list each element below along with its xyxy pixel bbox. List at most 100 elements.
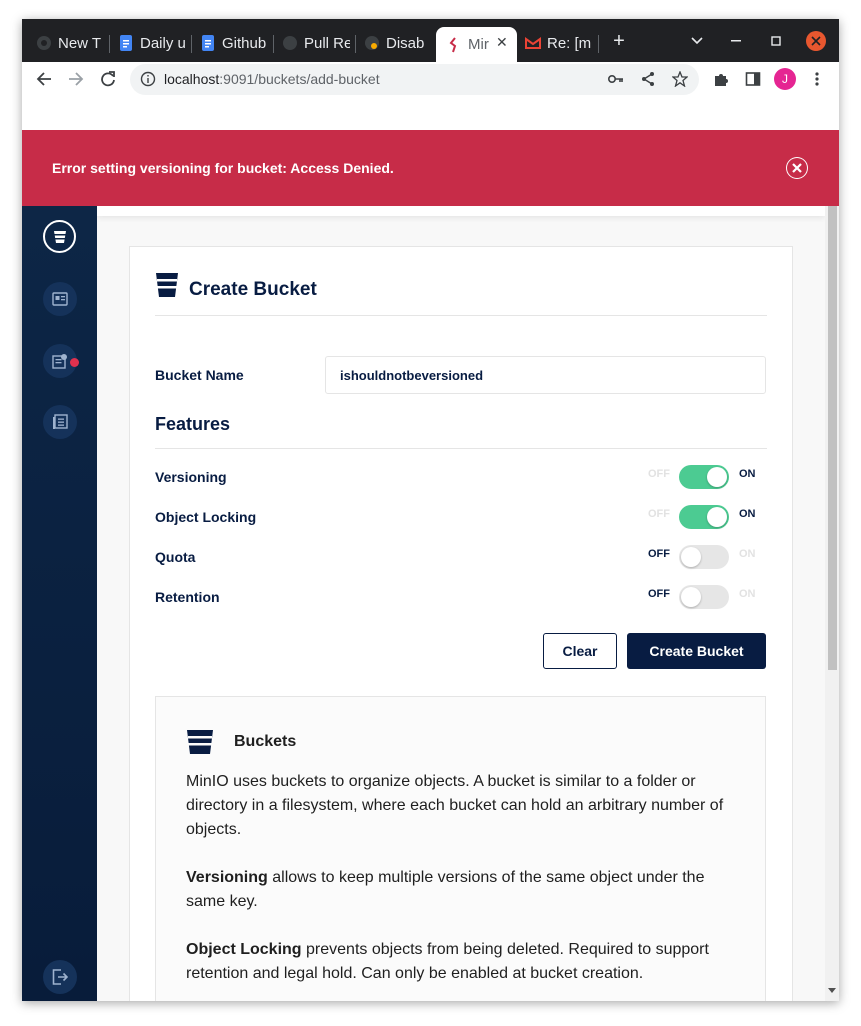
bookmark-star-icon[interactable] (671, 70, 689, 92)
retention-label: Retention (155, 589, 220, 605)
minimize-icon[interactable] (724, 29, 748, 53)
tab-github-doc[interactable]: Github (200, 28, 268, 58)
url-host: localhost (164, 71, 220, 87)
sidebar-documentation-icon[interactable] (43, 405, 77, 439)
switch-on-label: ON (739, 588, 756, 600)
versioning-term: Versioning (186, 869, 268, 886)
browser-window: New T Daily u Github Pull Re Disab Mir ✕ (22, 19, 839, 1001)
switch-on-label: ON (739, 548, 756, 560)
help-box: Buckets MinIO uses buckets to organize o… (155, 696, 766, 1001)
features-heading: Features (155, 414, 231, 434)
help-intro: MinIO uses buckets to organize objects. … (186, 773, 724, 838)
tab-new-tab[interactable]: New T (36, 28, 104, 58)
toggle-knob (681, 547, 701, 567)
chrome-icon (36, 35, 52, 51)
docs-icon (200, 35, 216, 51)
share-icon[interactable] (640, 71, 656, 92)
scrollbar-thumb[interactable] (828, 206, 837, 670)
chrome-icon (364, 35, 380, 51)
sidebar-identity-icon[interactable] (43, 282, 77, 316)
new-tab-icon[interactable]: + (607, 29, 631, 53)
switch-on-label: ON (739, 468, 756, 480)
reload-icon[interactable] (95, 66, 121, 92)
versioning-label: Versioning (155, 469, 227, 485)
key-icon[interactable] (607, 72, 624, 91)
locking-term: Object Locking (186, 941, 302, 958)
help-bucket-icon (186, 729, 214, 760)
tab-title: Mir (468, 36, 489, 53)
switch-off-label: OFF (648, 508, 670, 520)
docs-icon (118, 35, 134, 51)
error-banner: Error setting versioning for bucket: Acc… (22, 130, 839, 206)
url-path: :9091/buckets/add-bucket (219, 71, 380, 87)
toggle-knob (707, 467, 727, 487)
tab-separator (598, 35, 599, 53)
tab-strip: New T Daily u Github Pull Re Disab Mir ✕ (22, 19, 839, 62)
bucket-name-label: Bucket Name (155, 367, 244, 383)
back-arrow-icon[interactable] (31, 66, 57, 92)
object-locking-label: Object Locking (155, 509, 257, 525)
tab-separator (355, 35, 356, 53)
create-bucket-card: Create Bucket Bucket Name ishouldnotbeve… (129, 246, 793, 1001)
tab-daily[interactable]: Daily u (118, 28, 186, 58)
close-tab-icon[interactable]: ✕ (496, 34, 508, 51)
scroll-down-arrow-icon[interactable] (828, 988, 836, 993)
notification-dot (70, 358, 79, 367)
help-title: Buckets (234, 733, 297, 750)
site-info-icon[interactable] (140, 71, 156, 92)
switch-off-label: OFF (648, 468, 670, 480)
tab-minio-active[interactable]: Mir ✕ (436, 27, 517, 62)
bucket-name-input[interactable]: ishouldnotbeversioned (325, 356, 766, 394)
page-title: Create Bucket (189, 279, 317, 300)
profile-initial: J (774, 68, 796, 90)
quota-label: Quota (155, 549, 196, 565)
tab-gmail[interactable]: Re: [m (525, 28, 593, 58)
tab-title: Re: [m (547, 34, 592, 52)
side-panel-icon[interactable] (740, 66, 766, 92)
tab-title: New T (58, 34, 102, 52)
more-menu-icon[interactable] (804, 66, 830, 92)
close-banner-icon[interactable] (786, 157, 808, 179)
minio-icon (446, 36, 462, 53)
tab-separator (109, 35, 110, 53)
tab-title: Pull Re (304, 34, 350, 52)
sidebar (22, 206, 97, 1001)
create-bucket-button[interactable]: Create Bucket (627, 633, 766, 669)
bucket-icon (155, 272, 179, 303)
switch-off-label: OFF (648, 588, 670, 600)
clear-button[interactable]: Clear (543, 633, 617, 669)
retention-toggle[interactable] (679, 585, 729, 609)
page-scrollbar[interactable] (825, 206, 839, 1001)
address-bar[interactable]: localhost:9091/buckets/add-bucket (130, 64, 699, 95)
help-object-locking: Object Locking prevents objects from bei… (186, 938, 746, 986)
features-divider (155, 448, 767, 449)
tab-pull-request[interactable]: Pull Re (282, 28, 350, 58)
bucket-name-value: ishouldnotbeversioned (340, 368, 484, 383)
forward-arrow-icon[interactable] (63, 66, 89, 92)
logout-icon[interactable] (43, 960, 77, 994)
gmail-icon (525, 35, 541, 51)
chevron-down-icon[interactable] (685, 29, 709, 53)
tab-title: Disab (386, 34, 425, 52)
toggle-knob (707, 507, 727, 527)
versioning-toggle[interactable] (679, 465, 729, 489)
quota-toggle[interactable] (679, 545, 729, 569)
tab-separator (273, 35, 274, 53)
browser-toolbar: localhost:9091/buckets/add-bucket J (22, 62, 839, 97)
profile-avatar[interactable]: J (772, 66, 798, 92)
tab-disable[interactable]: Disab (364, 28, 432, 58)
switch-off-label: OFF (648, 548, 670, 560)
sidebar-buckets-icon[interactable] (43, 220, 76, 253)
maximize-icon[interactable] (764, 29, 788, 53)
main-content: Create Bucket Bucket Name ishouldnotbeve… (97, 206, 825, 1001)
github-icon (282, 35, 298, 51)
object-locking-toggle[interactable] (679, 505, 729, 529)
toggle-knob (681, 587, 701, 607)
tab-title: Daily u (140, 34, 186, 52)
header-shadow (97, 206, 825, 216)
help-versioning: Versioning allows to keep multiple versi… (186, 866, 746, 914)
extensions-puzzle-icon[interactable] (708, 66, 734, 92)
close-window-icon[interactable] (804, 29, 828, 53)
error-message: Error setting versioning for bucket: Acc… (52, 160, 394, 176)
url-text: localhost:9091/buckets/add-bucket (164, 71, 380, 87)
